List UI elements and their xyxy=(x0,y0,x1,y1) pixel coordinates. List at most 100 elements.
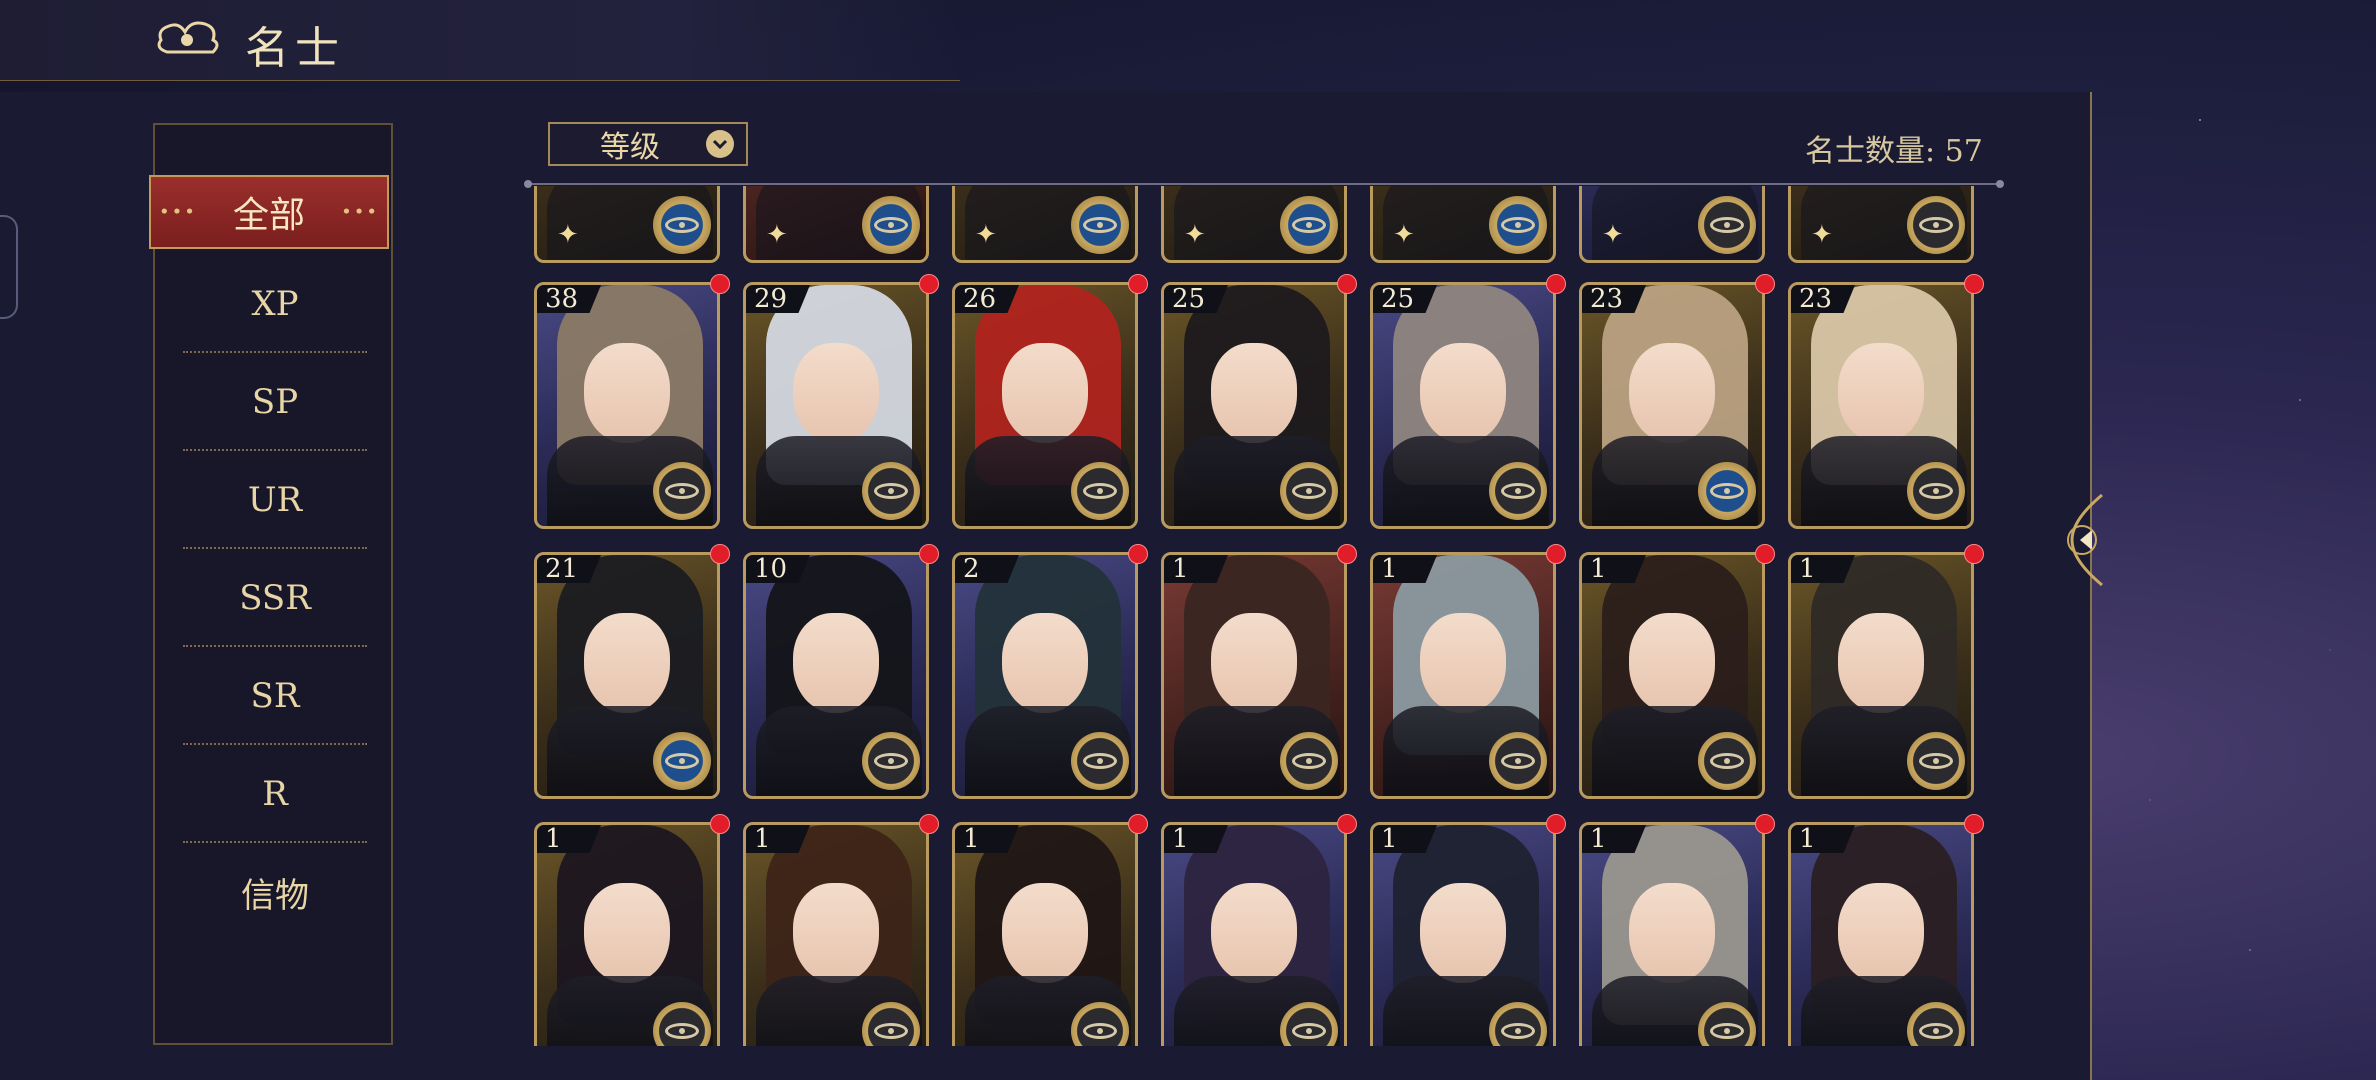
portrait-face xyxy=(1420,613,1506,713)
ornament-dots-icon: ••• xyxy=(159,201,197,223)
portrait-face xyxy=(1002,883,1088,983)
portrait-face xyxy=(793,343,879,443)
character-card[interactable]: ✦ xyxy=(534,186,720,263)
character-card[interactable]: 25 xyxy=(1370,282,1556,529)
left-edge-tab[interactable] xyxy=(0,215,18,319)
character-card[interactable]: 29 xyxy=(743,282,929,529)
character-count: 名士数量: 57 xyxy=(1805,134,1983,169)
element-badge-icon xyxy=(1698,732,1756,790)
sidebar-item-label: 信物 xyxy=(241,875,309,916)
portrait-face xyxy=(1420,883,1506,983)
notification-dot xyxy=(1755,814,1775,834)
notification-dot xyxy=(710,814,730,834)
portrait-face xyxy=(1838,343,1924,443)
portrait-face xyxy=(584,343,670,443)
sidebar-item-all[interactable]: ••• 全部 ••• xyxy=(149,175,389,249)
element-badge-icon xyxy=(1907,732,1965,790)
ornament-dots-icon: ••• xyxy=(341,201,379,223)
sort-dropdown[interactable]: 等级 xyxy=(548,122,748,166)
sort-label: 等级 xyxy=(600,130,660,165)
sparkle-icon: ✦ xyxy=(557,220,579,250)
element-badge-icon xyxy=(1489,462,1547,520)
portrait-face xyxy=(584,613,670,713)
notification-dot xyxy=(1337,544,1357,564)
sidebar-item-sp[interactable]: SP xyxy=(183,353,367,451)
character-card[interactable]: 2 xyxy=(952,552,1138,799)
character-card[interactable]: 1 xyxy=(743,822,929,1046)
sparkle-icon: ✦ xyxy=(1184,220,1206,250)
character-card[interactable]: 1 xyxy=(1579,552,1765,799)
notification-dot xyxy=(1546,544,1566,564)
character-card[interactable]: 25 xyxy=(1161,282,1347,529)
back-cloud-icon[interactable] xyxy=(155,16,225,60)
notification-dot xyxy=(1546,814,1566,834)
element-badge-icon xyxy=(1698,196,1756,254)
element-badge-icon xyxy=(1280,732,1338,790)
notification-dot xyxy=(710,544,730,564)
character-card[interactable]: 1 xyxy=(1370,552,1556,799)
collapse-arrow-icon[interactable] xyxy=(2062,490,2112,590)
portrait-face xyxy=(1629,343,1715,443)
portrait-face xyxy=(1002,343,1088,443)
character-card[interactable]: 23 xyxy=(1788,282,1974,529)
character-card[interactable]: 26 xyxy=(952,282,1138,529)
character-card[interactable]: ✦ xyxy=(743,186,929,263)
notification-dot xyxy=(1128,814,1148,834)
character-card[interactable]: 1 xyxy=(1788,552,1974,799)
character-card[interactable]: 23 xyxy=(1579,282,1765,529)
character-card[interactable]: ✦ xyxy=(952,186,1138,263)
character-card[interactable]: 10 xyxy=(743,552,929,799)
character-card[interactable]: 38 xyxy=(534,282,720,529)
element-badge-icon xyxy=(1071,732,1129,790)
character-card[interactable]: 1 xyxy=(534,822,720,1046)
character-card[interactable]: ✦ xyxy=(1579,186,1765,263)
notification-dot xyxy=(710,274,730,294)
category-sidebar: ••• 全部 ••• XP SP UR SSR SR R 信物 xyxy=(149,123,393,1045)
character-card[interactable]: 1 xyxy=(1161,552,1347,799)
element-badge-icon xyxy=(1489,732,1547,790)
sidebar-item-r[interactable]: R xyxy=(183,745,367,843)
character-card[interactable]: 1 xyxy=(1579,822,1765,1046)
sidebar-item-sr[interactable]: SR xyxy=(183,647,367,745)
character-card[interactable]: 1 xyxy=(1370,822,1556,1046)
portrait-face xyxy=(1211,343,1297,443)
element-badge-icon xyxy=(862,462,920,520)
portrait-face xyxy=(1838,883,1924,983)
sparkle-icon: ✦ xyxy=(1602,220,1624,250)
notification-dot xyxy=(919,544,939,564)
sparkle-icon: ✦ xyxy=(766,220,788,250)
portrait-face xyxy=(1211,613,1297,713)
character-card[interactable]: ✦ xyxy=(1370,186,1556,263)
character-card[interactable]: 1 xyxy=(952,822,1138,1046)
chevron-down-icon xyxy=(706,130,734,158)
element-badge-icon xyxy=(653,196,711,254)
element-badge-icon xyxy=(1698,462,1756,520)
sidebar-item-ur[interactable]: UR xyxy=(183,451,367,549)
character-card[interactable]: 21 xyxy=(534,552,720,799)
notification-dot xyxy=(919,814,939,834)
element-badge-icon xyxy=(653,732,711,790)
character-card[interactable]: 1 xyxy=(1161,822,1347,1046)
notification-dot xyxy=(1337,814,1357,834)
element-badge-icon xyxy=(1280,196,1338,254)
notification-dot xyxy=(1964,814,1984,834)
element-badge-icon xyxy=(1907,462,1965,520)
grid-divider xyxy=(524,180,2004,188)
sidebar-item-ssr[interactable]: SSR xyxy=(183,549,367,647)
page-title: 名士 xyxy=(245,23,345,74)
notification-dot xyxy=(1546,274,1566,294)
portrait-face xyxy=(1838,613,1924,713)
portrait-face xyxy=(1629,613,1715,713)
notification-dot xyxy=(1964,274,1984,294)
sidebar-item-label: SP xyxy=(251,382,299,422)
sidebar-item-xp[interactable]: XP xyxy=(183,255,367,353)
character-card[interactable]: ✦ xyxy=(1788,186,1974,263)
element-badge-icon xyxy=(1071,196,1129,254)
element-badge-icon xyxy=(1907,196,1965,254)
element-badge-icon xyxy=(1071,462,1129,520)
character-card[interactable]: 1 xyxy=(1788,822,1974,1046)
notification-dot xyxy=(919,274,939,294)
sidebar-item-label: R xyxy=(262,774,288,814)
character-card[interactable]: ✦ xyxy=(1161,186,1347,263)
sidebar-item-token[interactable]: 信物 xyxy=(183,843,367,941)
